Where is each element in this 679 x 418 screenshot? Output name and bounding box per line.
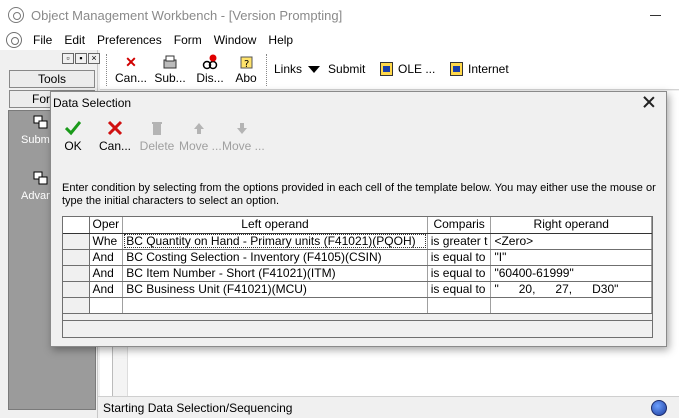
row-selector[interactable]	[63, 281, 90, 298]
comparison-cell[interactable]: is equal to	[427, 249, 492, 266]
oper-cell[interactable]: And	[89, 249, 124, 266]
oper-cell[interactable]: And	[89, 281, 124, 298]
ole-icon	[380, 62, 393, 76]
column-header-right-operand[interactable]: Right operand	[490, 217, 652, 234]
window-titlebar: Object Management Workbench - [Version P…	[0, 0, 679, 30]
left-operand-cell[interactable]: BC Business Unit (F41021)(MCU)	[122, 281, 428, 298]
left-operand-cell[interactable]: BC Costing Selection - Inventory (F4105)…	[122, 249, 428, 266]
table-row-empty[interactable]	[63, 297, 652, 314]
close-icon[interactable]	[642, 95, 656, 109]
pane-restore-button[interactable]: ▫	[62, 53, 74, 64]
toolbar-cancel-button[interactable]: ✕ Can...	[111, 54, 151, 85]
main-toolbar: ✕ Can... Sub... Dis... ? Abo Links Submit…	[100, 50, 679, 90]
toolbar-submit-button[interactable]: Sub...	[150, 54, 190, 85]
toolbar-about-button[interactable]: ? Abo	[226, 54, 266, 85]
window-title: Object Management Workbench - [Version P…	[31, 7, 343, 23]
row-selector[interactable]	[63, 297, 90, 314]
left-item-label: Subm	[21, 134, 50, 146]
menu-help[interactable]: Help	[267, 33, 294, 47]
tab-tools[interactable]: Tools	[9, 70, 95, 88]
row-header-corner	[63, 217, 90, 234]
left-operand-cell[interactable]: BC Quantity on Hand - Primary units (F41…	[122, 233, 428, 250]
table-row[interactable]: Whe BC Quantity on Hand - Primary units …	[63, 233, 652, 250]
move-up-button[interactable]: Move ...	[179, 120, 222, 153]
right-operand-cell[interactable]: "60400-61999"	[490, 265, 652, 282]
ole-button[interactable]: OLE ...	[380, 62, 435, 76]
cancel-button[interactable]: Can...	[95, 120, 135, 153]
menu-form[interactable]: Form	[173, 33, 203, 47]
menu-file[interactable]: File	[32, 33, 53, 47]
pane-maximize-button[interactable]: ▪	[75, 53, 87, 64]
trash-icon	[152, 122, 162, 135]
column-header-left-operand[interactable]: Left operand	[122, 217, 428, 234]
selection-table: Oper Left operand Comparis Right operand…	[63, 217, 652, 314]
right-operand-cell[interactable]: " 20, 27, D30"	[490, 281, 652, 298]
oper-cell[interactable]: Whe	[89, 233, 124, 250]
left-operand-cell[interactable]: BC Item Number - Short (F41021)(ITM)	[122, 265, 428, 282]
submit-icon	[163, 55, 177, 69]
ok-button[interactable]: OK	[53, 120, 93, 153]
system-menu-icon[interactable]	[6, 32, 22, 48]
globe-icon	[651, 400, 667, 416]
comparison-cell[interactable]: is equal to	[427, 265, 492, 282]
instruction-text: Enter condition by selecting from the op…	[62, 182, 656, 207]
internet-icon	[450, 62, 463, 76]
right-operand-cell[interactable]	[490, 297, 652, 314]
right-operand-cell[interactable]: <Zero>	[490, 233, 652, 250]
row-selector[interactable]	[63, 265, 90, 282]
table-header-row: Oper Left operand Comparis Right operand	[63, 217, 652, 234]
delete-button[interactable]: Delete	[137, 120, 177, 153]
svg-text:?: ?	[244, 59, 249, 70]
move-down-button[interactable]: Move ...	[222, 120, 265, 153]
column-header-oper[interactable]: Oper	[89, 217, 124, 234]
status-bar: Starting Data Selection/Sequencing	[98, 396, 679, 418]
app-icon	[8, 7, 24, 23]
toolbar-separator	[106, 54, 107, 86]
display-icon	[202, 54, 218, 70]
menu-window[interactable]: Window	[213, 33, 258, 47]
row-selector[interactable]	[63, 233, 90, 250]
dialog-title: Data Selection	[53, 96, 132, 110]
toolbar-display-button[interactable]: Dis...	[190, 54, 230, 85]
row-selector[interactable]	[63, 249, 90, 266]
links-dropdown[interactable]: Links Submit	[274, 62, 365, 76]
move-up-icon	[194, 123, 204, 134]
toolbar-separator	[266, 54, 267, 86]
table-row[interactable]: And BC Costing Selection - Inventory (F4…	[63, 249, 652, 266]
cancel-x-icon	[107, 120, 123, 136]
minimize-button[interactable]	[650, 15, 661, 16]
left-operand-cell[interactable]	[122, 297, 428, 314]
comparison-cell[interactable]: is equal to	[427, 281, 492, 298]
pane-close-button[interactable]: ×	[88, 53, 100, 64]
comparison-cell[interactable]: is greater t	[427, 233, 492, 250]
ok-check-icon	[65, 121, 81, 136]
internet-button[interactable]: Internet	[450, 62, 509, 76]
advanced-icon	[33, 171, 48, 185]
status-text: Starting Data Selection/Sequencing	[103, 401, 293, 415]
table-row[interactable]: And BC Business Unit (F41021)(MCU) is eq…	[63, 281, 652, 298]
data-selection-dialog: Data Selection OK Can... Delete Move ...…	[50, 91, 667, 347]
menu-bar: File Edit Preferences Form Window Help	[0, 30, 679, 50]
column-header-comparison[interactable]: Comparis	[427, 217, 492, 234]
about-icon: ?	[240, 56, 253, 70]
menu-edit[interactable]: Edit	[63, 33, 86, 47]
cancel-icon: ✕	[125, 54, 137, 70]
oper-cell[interactable]	[89, 297, 124, 314]
table-row[interactable]: And BC Item Number - Short (F41021)(ITM)…	[63, 265, 652, 282]
selection-grid: Oper Left operand Comparis Right operand…	[62, 216, 653, 338]
chevron-down-icon	[308, 66, 321, 73]
submit-icon	[33, 115, 48, 129]
submit-link[interactable]: Submit	[328, 62, 365, 76]
menu-preferences[interactable]: Preferences	[96, 33, 163, 47]
right-operand-cell[interactable]: "I"	[490, 249, 652, 266]
oper-cell[interactable]: And	[89, 265, 124, 282]
pane-controls: ▫ ▪ ×	[62, 53, 100, 64]
comparison-cell[interactable]	[427, 297, 492, 314]
grid-empty-area	[63, 320, 652, 337]
move-down-icon	[237, 123, 247, 134]
